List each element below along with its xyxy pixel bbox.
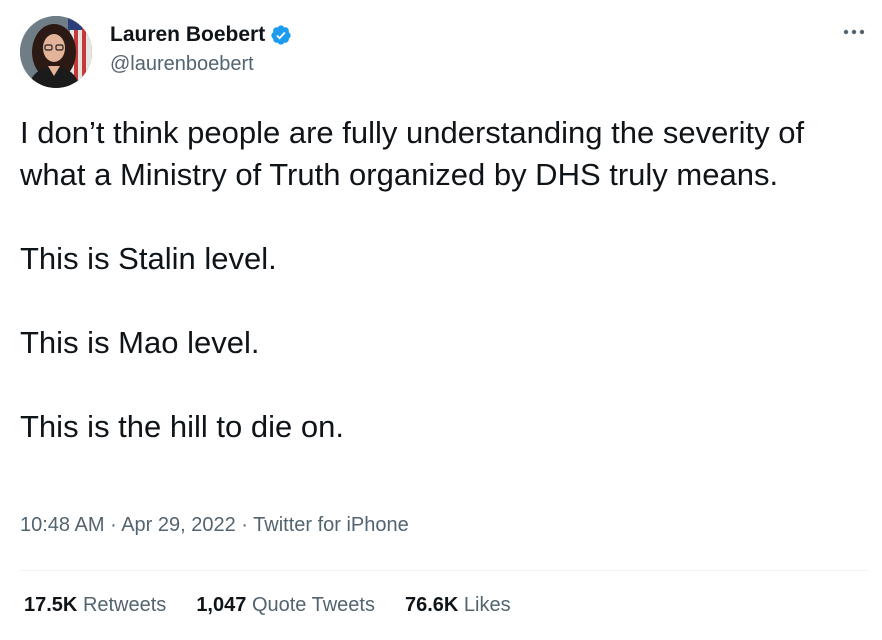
tweet-paragraph: I don’t think people are fully understan… — [20, 115, 805, 192]
avatar[interactable] — [20, 16, 92, 88]
meta-separator: · — [104, 514, 122, 536]
likes-stat[interactable]: 76.6K Likes — [405, 594, 511, 617]
tweet-text: I don’t think people are fully understan… — [20, 112, 870, 448]
verified-badge-icon — [270, 24, 292, 46]
retweets-count: 17.5K — [24, 594, 78, 616]
tweet-paragraph: This is the hill to die on. — [20, 409, 344, 444]
engagement-stats: 17.5K Retweets 1,047 Quote Tweets 76.6K … — [24, 594, 541, 617]
tweet-source[interactable]: Twitter for iPhone — [253, 514, 409, 536]
divider — [20, 570, 868, 571]
tweet-time[interactable]: 10:48 AM — [20, 514, 105, 536]
meta-separator: · — [235, 514, 254, 536]
author-display-name[interactable]: Lauren Boebert — [110, 23, 265, 47]
profile-photo — [20, 16, 92, 88]
tweet-paragraph: This is Mao level. — [20, 325, 260, 360]
author-handle[interactable]: @laurenboebert — [110, 53, 254, 76]
quote-tweets-label: Quote Tweets — [251, 594, 375, 616]
more-options-icon[interactable] — [838, 22, 870, 42]
likes-count: 76.6K — [404, 594, 459, 616]
tweet-metadata: 10:48 AM · Apr 29, 2022 · Twitter for iP… — [20, 514, 409, 537]
tweet-card: Lauren Boebert @laurenboebert I don’t th… — [0, 0, 882, 640]
quote-tweets-count: 1,047 — [196, 594, 247, 616]
quote-tweets-stat[interactable]: 1,047 Quote Tweets — [196, 594, 375, 617]
retweets-stat[interactable]: 17.5K Retweets — [24, 594, 166, 617]
retweets-label: Retweets — [82, 594, 167, 616]
tweet-paragraph: This is Stalin level. — [20, 241, 277, 276]
tweet-date[interactable]: Apr 29, 2022 — [121, 514, 236, 536]
author-name-row[interactable]: Lauren Boebert — [110, 21, 292, 49]
likes-label: Likes — [463, 594, 511, 616]
